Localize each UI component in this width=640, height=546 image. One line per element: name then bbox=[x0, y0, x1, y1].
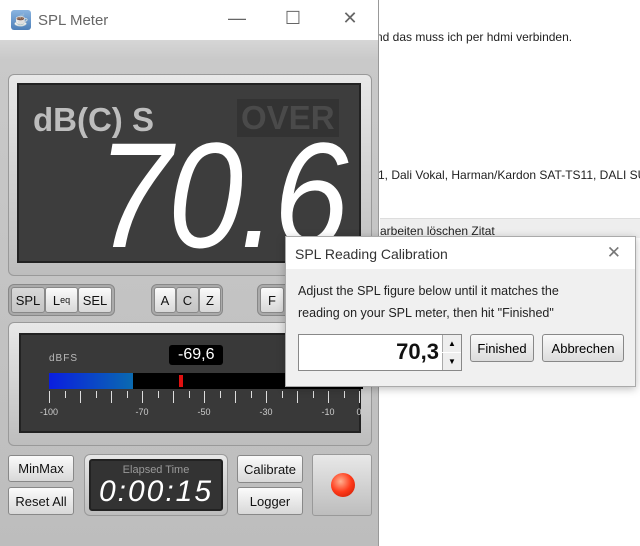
dbfs-value: -69,6 bbox=[169, 345, 224, 365]
dialog-close-button[interactable]: ✕ bbox=[607, 243, 621, 263]
scale-ticks bbox=[49, 391, 360, 405]
scale-tick bbox=[281, 391, 283, 398]
leq-mode-button[interactable]: Leq bbox=[45, 287, 78, 313]
spl-value-spinner[interactable]: 70,3 ▲ ▼ bbox=[298, 334, 462, 371]
spl-value-input[interactable]: 70,3 bbox=[396, 339, 439, 365]
title-bar: ☕ SPL Meter — ☐ ✕ bbox=[0, 0, 378, 40]
scale-tick bbox=[95, 391, 97, 398]
dialog-instruction-2: reading on your SPL meter, then hit "Fin… bbox=[298, 306, 554, 320]
scale-tick bbox=[157, 391, 159, 398]
scale-tick bbox=[312, 391, 314, 398]
logger-button[interactable]: Logger bbox=[237, 487, 303, 515]
scale-tick bbox=[173, 391, 174, 403]
scale-label: -50 bbox=[197, 407, 211, 417]
calibrate-button[interactable]: Calibrate bbox=[237, 455, 303, 483]
scale-tick bbox=[343, 391, 345, 398]
finished-button[interactable]: Finished bbox=[470, 334, 534, 362]
scale-tick bbox=[328, 391, 329, 403]
weight-z-button[interactable]: Z bbox=[199, 287, 221, 313]
scale-labels: -100 -70 -50 -30 -10 0 bbox=[40, 407, 362, 421]
scale-tick bbox=[49, 391, 50, 403]
scale-label: -10 bbox=[321, 407, 335, 417]
scale-label: -100 bbox=[39, 407, 58, 417]
scale-tick bbox=[250, 391, 252, 398]
spl-mode-button[interactable]: SPL bbox=[11, 287, 45, 313]
dialog-title: SPL Reading Calibration bbox=[295, 246, 448, 262]
peak-marker bbox=[179, 375, 184, 387]
spin-down-icon[interactable]: ▼ bbox=[442, 353, 461, 370]
scale-tick bbox=[188, 391, 190, 398]
sel-mode-button[interactable]: SEL bbox=[78, 287, 112, 313]
spin-up-icon[interactable]: ▲ bbox=[442, 335, 461, 352]
scale-tick bbox=[126, 391, 128, 398]
window-title: SPL Meter bbox=[38, 11, 109, 29]
scale-tick bbox=[219, 391, 221, 398]
maximize-button[interactable]: ☐ bbox=[278, 8, 308, 29]
minimize-button[interactable]: — bbox=[222, 8, 252, 29]
scale-label: -30 bbox=[259, 407, 273, 417]
scale-tick bbox=[80, 391, 81, 403]
scale-tick bbox=[297, 391, 298, 403]
scale-tick bbox=[204, 391, 205, 403]
scale-tick bbox=[142, 391, 143, 403]
calibration-dialog: SPL Reading Calibration ✕ Adjust the SPL… bbox=[285, 236, 636, 387]
scale-tick bbox=[359, 391, 360, 403]
scale-tick bbox=[266, 391, 267, 403]
weight-a-button[interactable]: A bbox=[154, 287, 176, 313]
leq-label: L bbox=[52, 292, 61, 308]
scale-label: 0 bbox=[356, 407, 362, 417]
scale-tick bbox=[64, 391, 66, 398]
java-app-icon: ☕ bbox=[11, 10, 31, 30]
scale-label: -70 bbox=[135, 407, 149, 417]
level-bar-fill bbox=[49, 373, 134, 389]
dbfs-label: dBFS bbox=[49, 353, 79, 364]
scale-tick bbox=[235, 391, 236, 403]
dialog-instruction-1: Adjust the SPL figure below until it mat… bbox=[298, 284, 559, 298]
record-led-icon[interactable] bbox=[331, 473, 355, 497]
scale-tick bbox=[111, 391, 112, 403]
cancel-button[interactable]: Abbrechen bbox=[542, 334, 624, 362]
elapsed-panel: Elapsed Time 0:00:15 bbox=[84, 454, 228, 516]
elapsed-value: 0:00:15 bbox=[98, 475, 214, 508]
minmax-button[interactable]: MinMax bbox=[8, 455, 74, 482]
close-button[interactable]: ✕ bbox=[335, 8, 365, 29]
bg-text-1: nd das muss ich per hdmi verbinden. bbox=[376, 30, 573, 44]
bg-post-toolbar: arbeiten löschen Zitat bbox=[380, 218, 640, 238]
weight-c-button[interactable]: C bbox=[176, 287, 199, 313]
record-panel bbox=[312, 454, 372, 516]
bg-text-2: 1, Dali Vokal, Harman/Kardon SAT-TS11, D… bbox=[378, 168, 640, 182]
dialog-title-bar: SPL Reading Calibration ✕ bbox=[286, 237, 635, 269]
speed-f-button[interactable]: F bbox=[260, 287, 284, 313]
reset-all-button[interactable]: Reset All bbox=[8, 487, 74, 515]
elapsed-display: Elapsed Time 0:00:15 bbox=[89, 459, 223, 511]
leq-sub: eq bbox=[60, 295, 71, 305]
